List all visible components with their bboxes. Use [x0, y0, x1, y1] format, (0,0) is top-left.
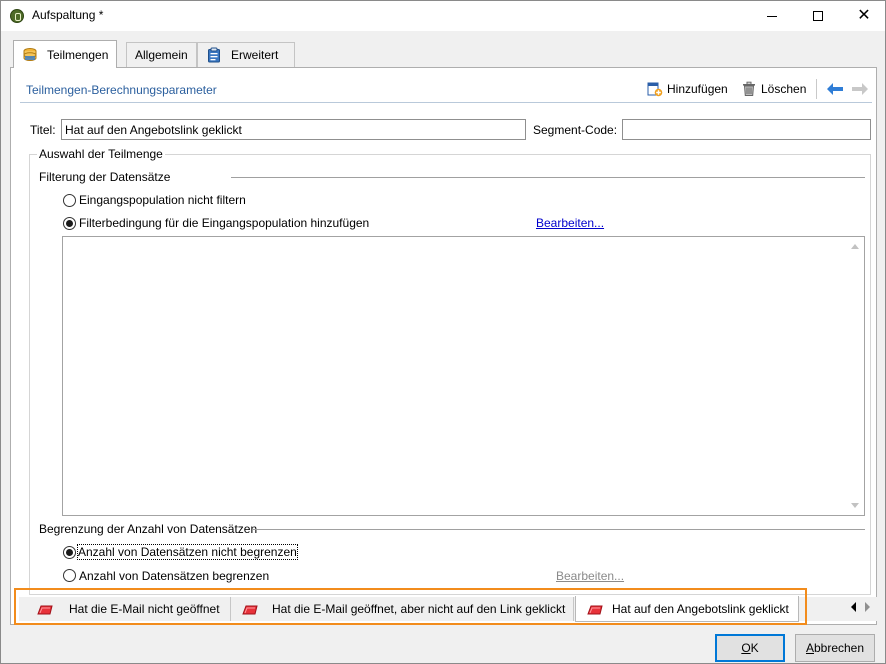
tab-erweitert[interactable]: Erweitert [197, 42, 295, 67]
scroll-up-icon[interactable] [851, 244, 859, 249]
delete-button[interactable]: Löschen [741, 81, 806, 97]
filter-section-divider [231, 177, 865, 178]
radio-limit[interactable] [63, 569, 76, 582]
maximize-button[interactable] [795, 1, 841, 31]
dialog-window: Aufspaltung * ✕ Teilmengen Allgemein Erw… [0, 0, 886, 664]
toolbar-separator [816, 79, 817, 99]
delete-label: Löschen [761, 82, 807, 96]
filter-condition-textarea[interactable] [62, 236, 865, 516]
title-input[interactable] [61, 119, 526, 140]
ok-mnemonic: O [741, 641, 751, 655]
limit-section-divider [253, 529, 865, 530]
close-button[interactable]: ✕ [841, 1, 886, 31]
title-label: Titel: [30, 123, 56, 137]
radio-no-filter[interactable] [63, 194, 76, 207]
cancel-mnemonic: A [805, 641, 814, 655]
minimize-icon [767, 15, 777, 17]
subset-group-title: Auswahl der Teilmenge [37, 147, 165, 161]
radio-no-limit[interactable] [63, 546, 76, 559]
close-icon: ✕ [857, 7, 871, 24]
tab-teilmengen[interactable]: Teilmengen [13, 40, 118, 68]
tabs-scroll-right-icon [864, 602, 870, 612]
ok-button[interactable]: OK [715, 634, 785, 662]
database-icon [22, 47, 38, 63]
radio-no-filter-label: Eingangspopulation nicht filtern [79, 193, 246, 207]
tab-label: Allgemein [135, 48, 188, 62]
tabs-scroll-left[interactable] [846, 600, 860, 614]
maximize-icon [813, 11, 823, 21]
minimize-button[interactable] [749, 1, 795, 31]
segment-code-input[interactable] [622, 119, 871, 140]
radio-no-limit-label: Anzahl von Datensätzen nicht begrenzen [77, 544, 298, 560]
vertical-scrollbar[interactable] [847, 237, 864, 515]
radio-limit-label: Anzahl von Datensätzen begrenzen [79, 569, 270, 583]
cancel-label: bbrechen [813, 641, 865, 655]
clipboard-icon [206, 47, 222, 63]
edit-filter-link[interactable]: Bearbeiten... [536, 216, 604, 230]
arrow-left-icon[interactable] [826, 82, 844, 96]
tabs-scroll-right[interactable] [860, 600, 874, 614]
arrow-right-icon[interactable] [851, 82, 869, 96]
add-label: Hinzufügen [667, 82, 728, 96]
add-button[interactable]: Hinzufügen [647, 81, 728, 97]
edit-limit-link: Bearbeiten... [556, 569, 625, 583]
tabs-scroll-left-icon [850, 602, 856, 612]
radio-add-filter-label: Filterbedingung für die Eingangspopulati… [79, 216, 370, 230]
filter-section-title: Filterung der Datensätze [39, 170, 171, 184]
tab-label: Teilmengen [47, 47, 109, 62]
window-title: Aufspaltung * [32, 8, 104, 22]
subset-tabs-highlight [14, 588, 807, 625]
segment-code-label: Segment-Code: [533, 123, 618, 137]
ok-label: K [750, 641, 759, 655]
cancel-button[interactable]: Abbrechen [795, 634, 875, 662]
app-icon [10, 9, 24, 23]
limit-section-title: Begrenzung der Anzahl von Datensätzen [39, 522, 258, 536]
add-icon [647, 81, 663, 97]
title-bar: Aufspaltung * ✕ [1, 1, 885, 31]
scroll-down-icon[interactable] [851, 503, 859, 508]
radio-add-filter[interactable] [63, 217, 76, 230]
trash-icon [741, 81, 757, 97]
tab-allgemein[interactable]: Allgemein [126, 42, 197, 67]
toolbar: Teilmengen-Berechnungsparameter Hinzufüg… [20, 77, 872, 103]
tab-label: Erweitert [231, 48, 279, 62]
toolbar-title: Teilmengen-Berechnungsparameter [26, 83, 217, 97]
